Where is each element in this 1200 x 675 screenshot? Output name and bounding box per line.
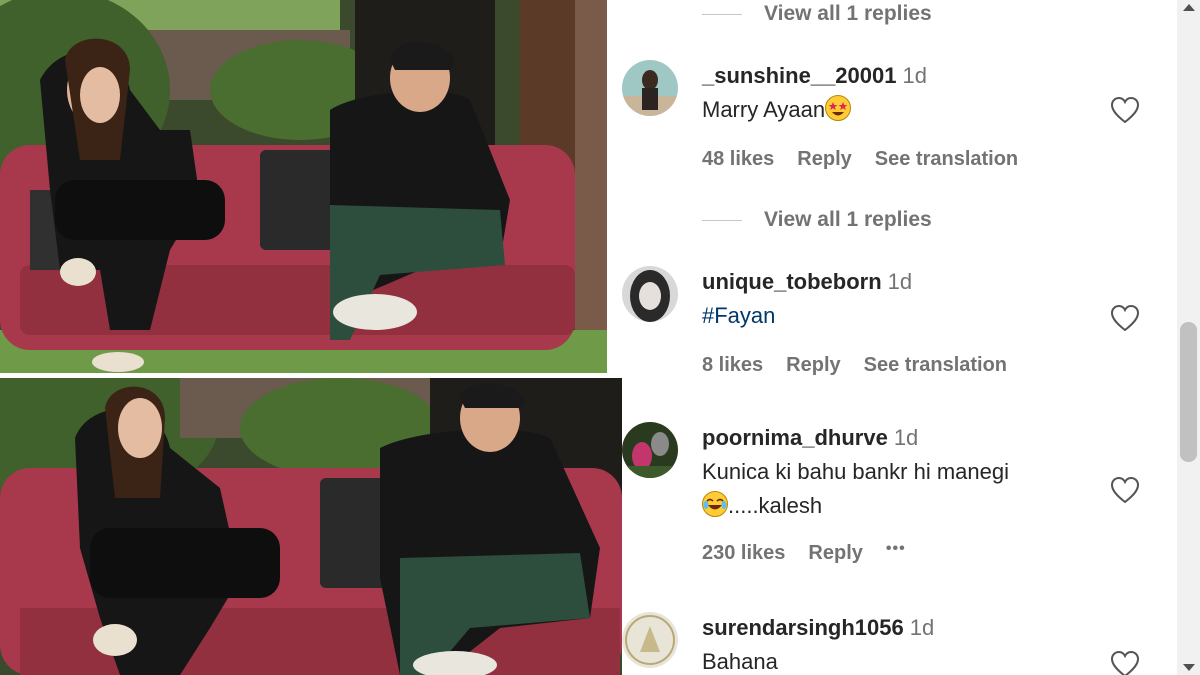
hashtag-link[interactable]: #Fayan [702, 303, 775, 328]
comment-text: Bahana [702, 645, 778, 675]
view-replies-label: View all 1 replies [764, 2, 932, 25]
comment-time: 1d [887, 269, 913, 294]
comment-time: 1d [902, 63, 927, 88]
avatar[interactable] [622, 612, 678, 668]
comment-body-continued: .....kalesh [728, 493, 823, 518]
comment-text: Marry Ayaan [702, 93, 852, 127]
reply-button[interactable]: Reply [808, 542, 862, 565]
see-translation-link[interactable]: See translation [864, 354, 1007, 377]
heart-icon[interactable] [1110, 96, 1140, 124]
comment-actions: 230 likes Reply ••• [702, 540, 906, 565]
photo-bottom [0, 378, 622, 675]
photo-top [0, 0, 607, 373]
avatar[interactable] [622, 60, 678, 116]
comment-text: Kunica ki bahu bankr hi manegi [702, 455, 1009, 489]
heart-icon[interactable] [1110, 476, 1140, 504]
replies-line [702, 219, 742, 221]
star-struck-emoji-icon [825, 95, 852, 121]
comments-panel: View all 1 replies _sunshine__20001 1d Ma… [622, 0, 1177, 675]
avatar[interactable] [622, 266, 678, 322]
comment-body: Kunica ki bahu bankr hi manegi [702, 459, 1009, 484]
more-options-button[interactable]: ••• [886, 540, 906, 565]
view-replies-label: View all 1 replies [764, 208, 932, 231]
comment-body: Marry Ayaan [702, 97, 826, 122]
comment-actions: 8 likes Reply See translation [702, 354, 1007, 377]
likes-count[interactable]: 48 likes [702, 148, 774, 171]
view-replies-link[interactable]: View all 1 replies [702, 208, 932, 232]
scroll-down-arrow-icon[interactable] [1183, 664, 1195, 671]
likes-count[interactable]: 8 likes [702, 354, 763, 377]
view-replies-link[interactable]: View all 1 replies [702, 2, 932, 26]
heart-icon[interactable] [1110, 650, 1140, 675]
comment-username[interactable]: poornima_dhurve [702, 425, 888, 450]
avatar[interactable] [622, 422, 678, 478]
reply-button[interactable]: Reply [786, 354, 840, 377]
scrollbar[interactable] [1177, 0, 1200, 675]
scroll-thumb[interactable] [1180, 322, 1197, 462]
replies-line [702, 13, 742, 15]
comment-time: 1d [893, 425, 919, 450]
comment-actions: 48 likes Reply See translation [702, 148, 1018, 171]
comment-username[interactable]: unique_tobeborn [702, 269, 882, 294]
see-translation-link[interactable]: See translation [875, 148, 1018, 171]
comment-body: Bahana [702, 649, 778, 674]
likes-count[interactable]: 230 likes [702, 542, 785, 565]
comment-username[interactable]: _sunshine__20001 [702, 63, 896, 88]
laughing-emoji-icon [702, 491, 728, 517]
comment-time: 1d [909, 615, 935, 640]
reply-button[interactable]: Reply [797, 148, 851, 171]
heart-icon[interactable] [1110, 304, 1140, 332]
comment-text: #Fayan [702, 299, 775, 333]
scroll-up-arrow-icon[interactable] [1183, 4, 1195, 11]
comment-username[interactable]: surendarsingh1056 [702, 615, 904, 640]
comment-text-line2: .....kalesh [702, 489, 822, 523]
